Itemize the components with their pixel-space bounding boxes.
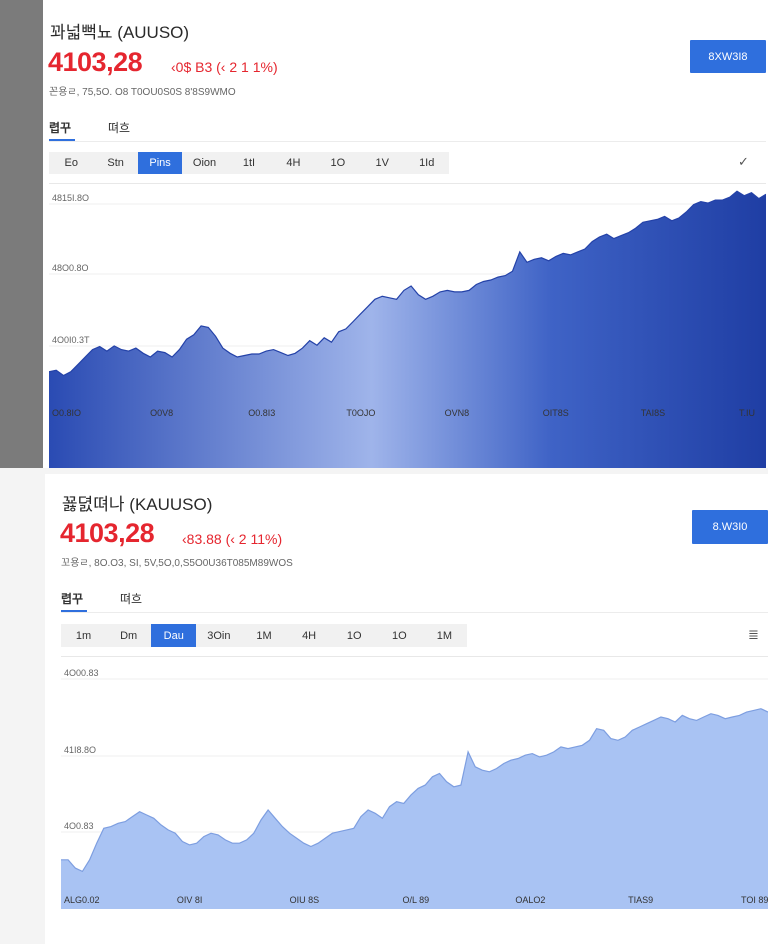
range-button[interactable]: 3Oin	[196, 624, 241, 647]
range-button[interactable]: Eo	[49, 152, 93, 174]
y-axis-label: 4815I.8O	[52, 193, 89, 203]
range-button[interactable]: Dau	[151, 624, 197, 647]
x-axis-label: O0.8IO	[52, 408, 81, 418]
x-axis-label: TIAS9	[628, 895, 653, 905]
instrument-title: 꾫뎘뗘나 (KAUUSO)	[62, 495, 213, 514]
range-button[interactable]: Pins	[137, 152, 183, 174]
trade-button[interactable]: 8.W3I0	[692, 510, 768, 544]
current-price: 4103,28	[48, 47, 143, 77]
settings-tool-icon[interactable]: ≣	[748, 627, 759, 643]
active-tab-indicator	[61, 610, 87, 612]
y-axis-label: 48O0.8O	[52, 263, 89, 273]
range-button[interactable]: 1M	[422, 624, 467, 647]
x-axis-label: OIT8S	[543, 408, 569, 418]
range-button[interactable]: Oion	[182, 152, 226, 174]
trade-button[interactable]: 8XW3I8	[690, 40, 766, 73]
price-area	[61, 708, 768, 909]
instrument-title: 꽈넓뻑뇨 (AUUSO)	[50, 23, 190, 42]
price-change: ‹83.88 (‹ 2 11%)	[182, 531, 283, 547]
x-axis-label: O/L 89	[403, 895, 430, 905]
active-tab-indicator	[49, 139, 75, 141]
time-range-selector: Eo Stn Pins Oion 1tI 4H 1O 1V 1Id	[49, 152, 449, 174]
quote-meta-line: 꼬용ㄹ, 8O.O3, SI, 5V,5O,0,S5O0U36T085M89WO…	[61, 558, 293, 569]
range-button[interactable]: 1Id	[405, 152, 449, 174]
tabs-divider	[61, 612, 768, 613]
x-axis-label: OIU 8S	[290, 895, 320, 905]
range-button[interactable]: 1m	[61, 624, 106, 647]
range-button[interactable]: 1O	[377, 624, 422, 647]
price-chart: 4815I.8O 48O0.8O 4O0I0.3T O0.8IO O0V8 O0.8I3 T…	[49, 183, 766, 468]
price-change: ‹0$ B3 (‹ 2 1 1%)	[171, 59, 278, 75]
quote-panel-bottom: 꾫뎘뗘나 (KAUUSO) 4103,28 ‹83.88 (‹ 2 11%) 꼬…	[45, 474, 768, 944]
range-button[interactable]: 1V	[360, 152, 404, 174]
time-range-selector: 1m Dm Dau 3Oin 1M 4H 1O 1O 1M	[61, 624, 467, 647]
y-axis-label: 41I8.8O	[64, 745, 96, 755]
range-button[interactable]: 4H	[287, 624, 332, 647]
range-button[interactable]: Stn	[93, 152, 137, 174]
y-axis-label: 4O0I0.3T	[52, 335, 90, 345]
x-axis-label: O0.8I3	[248, 408, 275, 418]
x-axis-label: TAI8S	[641, 408, 665, 418]
chart-canvas: 4815I.8O 48O0.8O 4O0I0.3T O0.8IO O0V8 O0.8I3 T…	[49, 190, 766, 468]
range-button[interactable]: 1O	[316, 152, 360, 174]
x-axis-label: OALO2	[515, 895, 545, 905]
tabs-divider	[49, 141, 766, 142]
range-button[interactable]: Dm	[106, 624, 151, 647]
range-button[interactable]: 4H	[271, 152, 315, 174]
tab-chart[interactable]: 렵꾸	[61, 590, 83, 607]
range-button[interactable]: 1O	[332, 624, 377, 647]
x-axis-label: O0V8	[150, 408, 173, 418]
price-chart: 4O00.83 41I8.8O 4O0.83 ALG0.02 OIV 8I OIU 8S O…	[61, 656, 768, 909]
quote-panel-top: 꽈넓뻑뇨 (AUUSO) 4103,28 ‹0$ B3 (‹ 2 1 1%) 꼰…	[43, 0, 768, 468]
x-axis-label: T0OJO	[346, 408, 375, 418]
tab-overview[interactable]: 뗘흐	[120, 590, 142, 607]
current-price: 4103,28	[60, 518, 155, 548]
left-gray-strip	[0, 0, 43, 468]
tab-overview[interactable]: 뗘흐	[108, 119, 130, 136]
chart-canvas: 4O00.83 41I8.8O 4O0.83 ALG0.02 OIV 8I OIU 8S O…	[61, 668, 768, 909]
x-axis-label: OIV 8I	[177, 895, 203, 905]
range-button[interactable]: 1M	[241, 624, 286, 647]
x-axis-label: T.IU	[739, 408, 755, 418]
x-axis-label: ALG0.02	[64, 895, 100, 905]
x-axis-label: OVN8	[445, 408, 470, 418]
tab-chart[interactable]: 렵꾸	[49, 119, 71, 136]
draw-tool-icon[interactable]: ✓	[738, 154, 749, 170]
quote-meta-line: 꼰용ㄹ, 75,5O. O8 T0OU0S0S 8'8S9WMO	[49, 87, 236, 98]
price-area	[49, 191, 766, 468]
range-button[interactable]: 1tI	[227, 152, 271, 174]
x-axis-label: TOI 89	[741, 895, 768, 905]
y-axis-label: 4O00.83	[64, 668, 99, 678]
y-axis-label: 4O0.83	[64, 821, 94, 831]
